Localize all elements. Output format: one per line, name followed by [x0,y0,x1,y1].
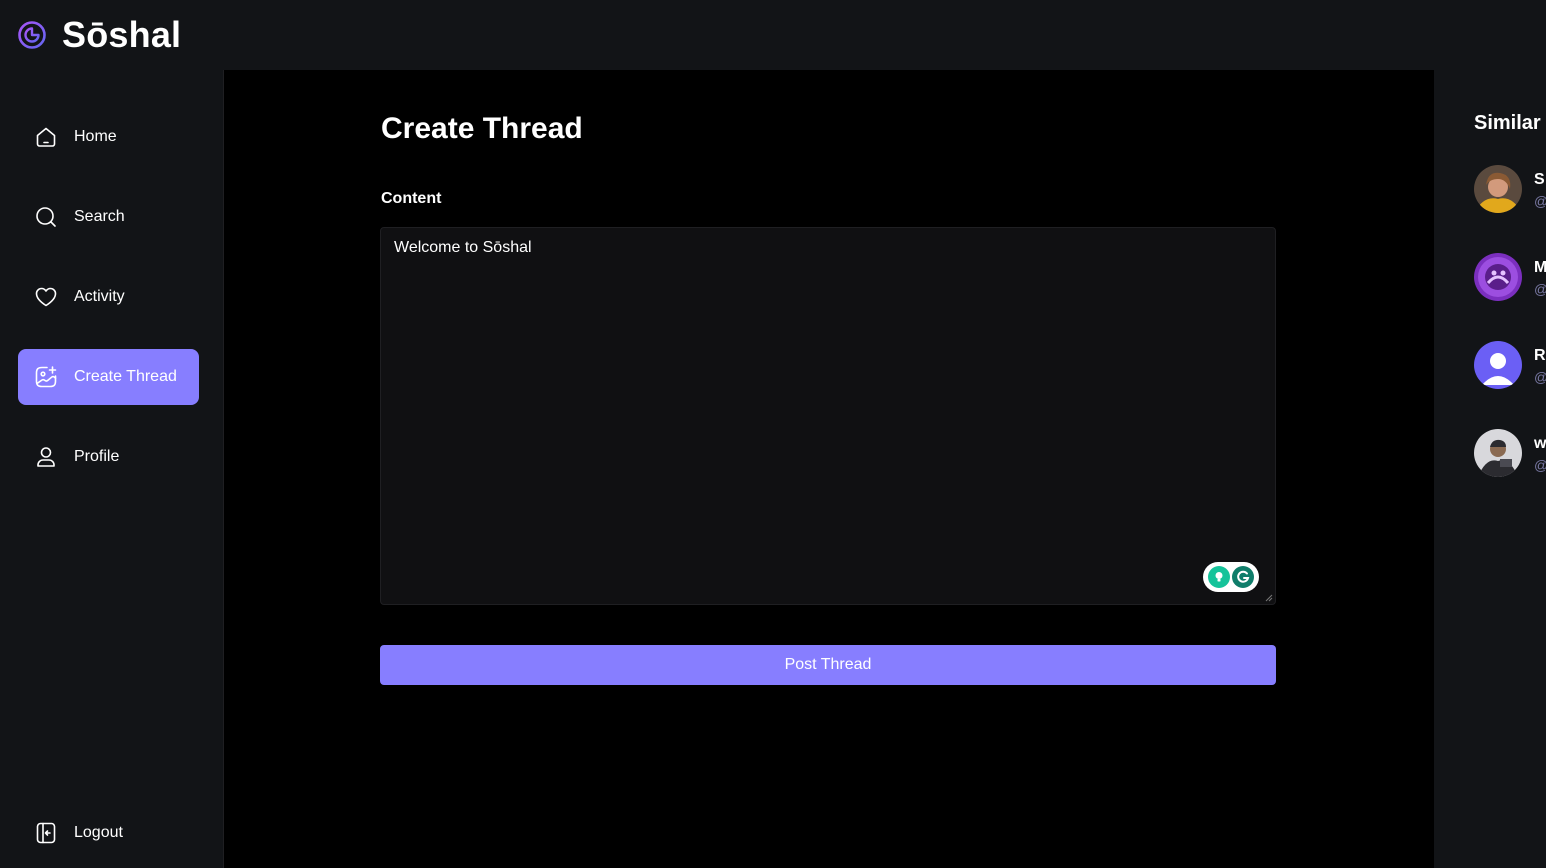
user-handle: @ [1534,281,1546,297]
resize-handle-icon[interactable] [1265,594,1273,602]
logout-label: Logout [74,824,123,841]
content-field-wrapper: Welcome to Sōshal [380,227,1276,605]
user-handle: @ [1534,193,1546,209]
avatar [1474,341,1522,389]
content-label: Content [381,190,442,207]
sidebar-item-label: Create Thread [74,368,177,385]
suggested-user[interactable]: R @ [1474,341,1546,389]
sidebar-item-label: Activity [74,288,125,305]
logout-icon [36,822,56,844]
similar-title: Similar [1474,112,1541,134]
user-name: w [1534,435,1546,452]
lightbulb-icon[interactable] [1208,566,1230,588]
user-handle: @ [1534,457,1546,473]
page-title: Create Thread [381,112,583,145]
user-icon [37,447,55,467]
sidebar-item-home[interactable]: Home [18,109,199,165]
brand-name: Sōshal [62,14,182,55]
user-name: R [1534,347,1546,364]
logo-icon[interactable] [16,19,48,51]
main-content: Create Thread Content Welcome to Sōshal … [224,70,1434,868]
sidebar-item-activity[interactable]: Activity [18,269,199,325]
user-name: S [1534,171,1545,188]
avatar [1474,253,1522,301]
user-handle: @ [1534,369,1546,385]
home-icon [36,127,56,147]
user-name: M [1534,259,1546,276]
post-thread-button[interactable]: Post Thread [380,645,1276,685]
avatar [1474,429,1522,477]
sidebar-item-label: Search [74,208,125,225]
grammarly-g-icon[interactable] [1232,566,1254,588]
left-sidebar: Home Search Activity Create Thread Profi… [0,70,224,868]
suggested-user[interactable]: S @ [1474,165,1546,213]
sidebar-item-label: Profile [74,448,120,465]
content-textarea[interactable]: Welcome to Sōshal [381,228,1275,604]
sidebar-item-profile[interactable]: Profile [18,429,199,485]
sidebar-item-search[interactable]: Search [18,189,199,245]
logout-button[interactable]: Logout [18,805,199,861]
gallery-add-icon [35,366,57,388]
grammarly-widget[interactable] [1203,562,1259,592]
sidebar-item-create-thread[interactable]: Create Thread [18,349,199,405]
search-icon [36,207,56,227]
sidebar-item-label: Home [74,128,117,145]
suggested-user[interactable]: M @ [1474,253,1546,301]
avatar [1474,165,1522,213]
suggested-user[interactable]: w @ [1474,429,1546,477]
right-sidebar: Similar S @ M @ [1434,70,1546,868]
heart-icon [35,287,57,307]
topbar: Sōshal [0,0,1546,70]
